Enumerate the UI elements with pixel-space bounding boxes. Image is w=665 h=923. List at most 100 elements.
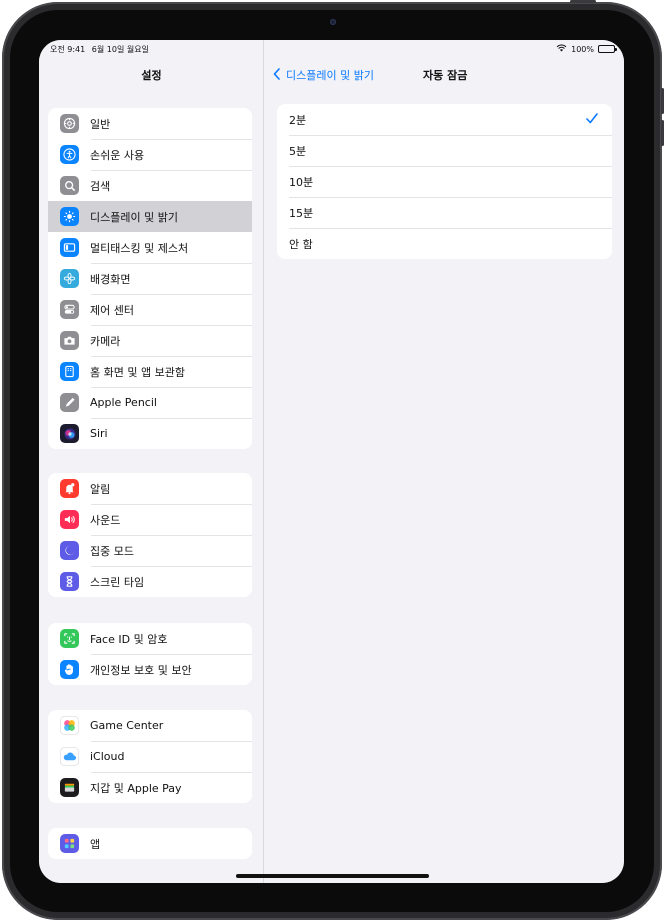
settings-group-notifications: 알림 사운드 집중 모드 스크린 타임 bbox=[48, 473, 252, 597]
option-label: 안 함 bbox=[289, 237, 313, 251]
back-button-label: 디스플레이 및 밝기 bbox=[286, 69, 374, 82]
home-screen-icon bbox=[60, 362, 79, 381]
sidebar-item-label: Siri bbox=[90, 427, 108, 440]
game-center-icon bbox=[60, 716, 79, 735]
sidebar-item-label: 개인정보 보호 및 보안 bbox=[90, 663, 192, 677]
sidebar-item-control-center[interactable]: 제어 센터 bbox=[48, 294, 252, 325]
sidebar-item-camera[interactable]: 카메라 bbox=[48, 325, 252, 356]
status-date: 6월 10일 월요일 bbox=[91, 45, 149, 54]
sidebar-item-notifications[interactable]: 알림 bbox=[48, 473, 252, 504]
sidebar-item-face-id[interactable]: Face ID 및 암호 bbox=[48, 623, 252, 654]
option-10-min[interactable]: 10분 bbox=[277, 166, 612, 197]
settings-group-apps: 앱 bbox=[48, 828, 252, 859]
status-bar-left: 오전 9:41 6월 10일 월요일 bbox=[50, 44, 153, 55]
sidebar-item-label: iCloud bbox=[90, 750, 125, 763]
sidebar-item-display-brightness[interactable]: 디스플레이 및 밝기 bbox=[48, 201, 252, 232]
sidebar-item-focus[interactable]: 집중 모드 bbox=[48, 535, 252, 566]
sidebar-item-label: 앱 bbox=[90, 837, 101, 851]
sidebar-item-multitasking[interactable]: 멀티태스킹 및 제스처 bbox=[48, 232, 252, 263]
bell-icon bbox=[60, 479, 79, 498]
screen: 오전 9:41 6월 10일 월요일 설정 일반 손쉬운 사용 검색 디스플레이… bbox=[39, 40, 624, 883]
wifi-icon bbox=[556, 44, 567, 54]
top-button bbox=[570, 0, 596, 3]
pencil-icon bbox=[60, 393, 79, 412]
sidebar-item-label: 집중 모드 bbox=[90, 544, 134, 558]
sidebar-item-search[interactable]: 검색 bbox=[48, 170, 252, 201]
settings-sidebar: 오전 9:41 6월 10일 월요일 설정 일반 손쉬운 사용 검색 디스플레이… bbox=[39, 40, 264, 883]
sidebar-item-label: 알림 bbox=[90, 482, 111, 496]
camera-icon bbox=[60, 331, 79, 350]
sidebar-item-label: Apple Pencil bbox=[90, 396, 157, 409]
sidebar-item-label: 검색 bbox=[90, 179, 111, 193]
battery-icon bbox=[598, 45, 617, 53]
sidebar-item-apps[interactable]: 앱 bbox=[48, 828, 252, 859]
front-camera bbox=[330, 19, 336, 25]
search-icon bbox=[60, 176, 79, 195]
sidebar-item-label: 배경화면 bbox=[90, 272, 131, 286]
battery-percent: 100% bbox=[571, 44, 594, 54]
sidebar-item-privacy-security[interactable]: 개인정보 보호 및 보안 bbox=[48, 654, 252, 685]
option-label: 5분 bbox=[289, 144, 307, 158]
moon-icon bbox=[60, 541, 79, 560]
hourglass-icon bbox=[60, 572, 79, 591]
sidebar-item-icloud[interactable]: iCloud bbox=[48, 741, 252, 772]
sidebar-item-label: 손쉬운 사용 bbox=[90, 148, 145, 162]
sidebar-item-label: 홈 화면 및 앱 보관함 bbox=[90, 365, 185, 379]
speaker-icon bbox=[60, 510, 79, 529]
option-label: 2분 bbox=[289, 113, 307, 127]
page-title: 자동 잠금 bbox=[423, 69, 468, 82]
sidebar-item-game-center[interactable]: Game Center bbox=[48, 710, 252, 741]
multitasking-icon bbox=[60, 238, 79, 257]
auto-lock-options: 2분 5분 10분 15분 안 함 bbox=[277, 104, 612, 259]
settings-group-accounts: Game Center iCloud 지갑 및 Apple Pay bbox=[48, 710, 252, 803]
siri-icon bbox=[60, 424, 79, 443]
sidebar-item-label: 디스플레이 및 밝기 bbox=[90, 210, 178, 224]
option-5-min[interactable]: 5분 bbox=[277, 135, 612, 166]
sidebar-item-siri[interactable]: Siri bbox=[48, 418, 252, 449]
sidebar-item-label: 지갑 및 Apple Pay bbox=[90, 781, 182, 795]
option-15-min[interactable]: 15분 bbox=[277, 197, 612, 228]
home-indicator[interactable] bbox=[236, 874, 429, 878]
back-button[interactable]: 디스플레이 및 밝기 bbox=[273, 67, 374, 83]
settings-group-system: 일반 손쉬운 사용 검색 디스플레이 및 밝기 멀티태스킹 및 제스처 배경화면… bbox=[48, 108, 252, 449]
sidebar-item-label: 스크린 타임 bbox=[90, 575, 145, 589]
chevron-left-icon bbox=[273, 67, 280, 83]
face-id-icon bbox=[60, 629, 79, 648]
sidebar-item-label: 멀티태스킹 및 제스처 bbox=[90, 241, 189, 255]
sidebar-item-label: Game Center bbox=[90, 719, 164, 732]
sidebar-item-sounds[interactable]: 사운드 bbox=[48, 504, 252, 535]
sidebar-item-label: 일반 bbox=[90, 117, 111, 131]
sidebar-item-wallpaper[interactable]: 배경화면 bbox=[48, 263, 252, 294]
option-2-min[interactable]: 2분 bbox=[277, 104, 612, 135]
settings-group-security: Face ID 및 암호 개인정보 보호 및 보안 bbox=[48, 623, 252, 685]
status-bar-right: 100% bbox=[556, 44, 617, 54]
option-label: 15분 bbox=[289, 206, 314, 220]
brightness-icon bbox=[60, 207, 79, 226]
wallet-icon bbox=[60, 778, 79, 797]
sidebar-item-label: 제어 센터 bbox=[90, 303, 134, 317]
sidebar-item-label: Face ID 및 암호 bbox=[90, 632, 168, 646]
volume-down-button bbox=[661, 120, 664, 146]
volume-up-button bbox=[661, 88, 664, 114]
checkmark-icon bbox=[586, 113, 598, 127]
option-label: 10분 bbox=[289, 175, 314, 189]
auto-lock-pane: 100% 디스플레이 및 밝기 자동 잠금 2분 5분 10분 15분 안 함 bbox=[265, 40, 624, 883]
sidebar-title: 설정 bbox=[141, 69, 162, 82]
wallpaper-flower-icon bbox=[60, 269, 79, 288]
accessibility-icon bbox=[60, 145, 79, 164]
sidebar-item-general[interactable]: 일반 bbox=[48, 108, 252, 139]
cloud-icon bbox=[60, 747, 79, 766]
option-never[interactable]: 안 함 bbox=[277, 228, 612, 259]
apps-grid-icon bbox=[60, 834, 79, 853]
sidebar-item-label: 사운드 bbox=[90, 513, 121, 527]
sidebar-item-accessibility[interactable]: 손쉬운 사용 bbox=[48, 139, 252, 170]
status-time: 오전 9:41 bbox=[50, 45, 86, 54]
sidebar-item-apple-pencil[interactable]: Apple Pencil bbox=[48, 387, 252, 418]
sidebar-item-label: 카메라 bbox=[90, 334, 121, 348]
sidebar-item-home-screen[interactable]: 홈 화면 및 앱 보관함 bbox=[48, 356, 252, 387]
control-center-icon bbox=[60, 300, 79, 319]
sidebar-item-wallet[interactable]: 지갑 및 Apple Pay bbox=[48, 772, 252, 803]
gear-icon bbox=[60, 114, 79, 133]
sidebar-item-screen-time[interactable]: 스크린 타임 bbox=[48, 566, 252, 597]
hand-icon bbox=[60, 660, 79, 679]
